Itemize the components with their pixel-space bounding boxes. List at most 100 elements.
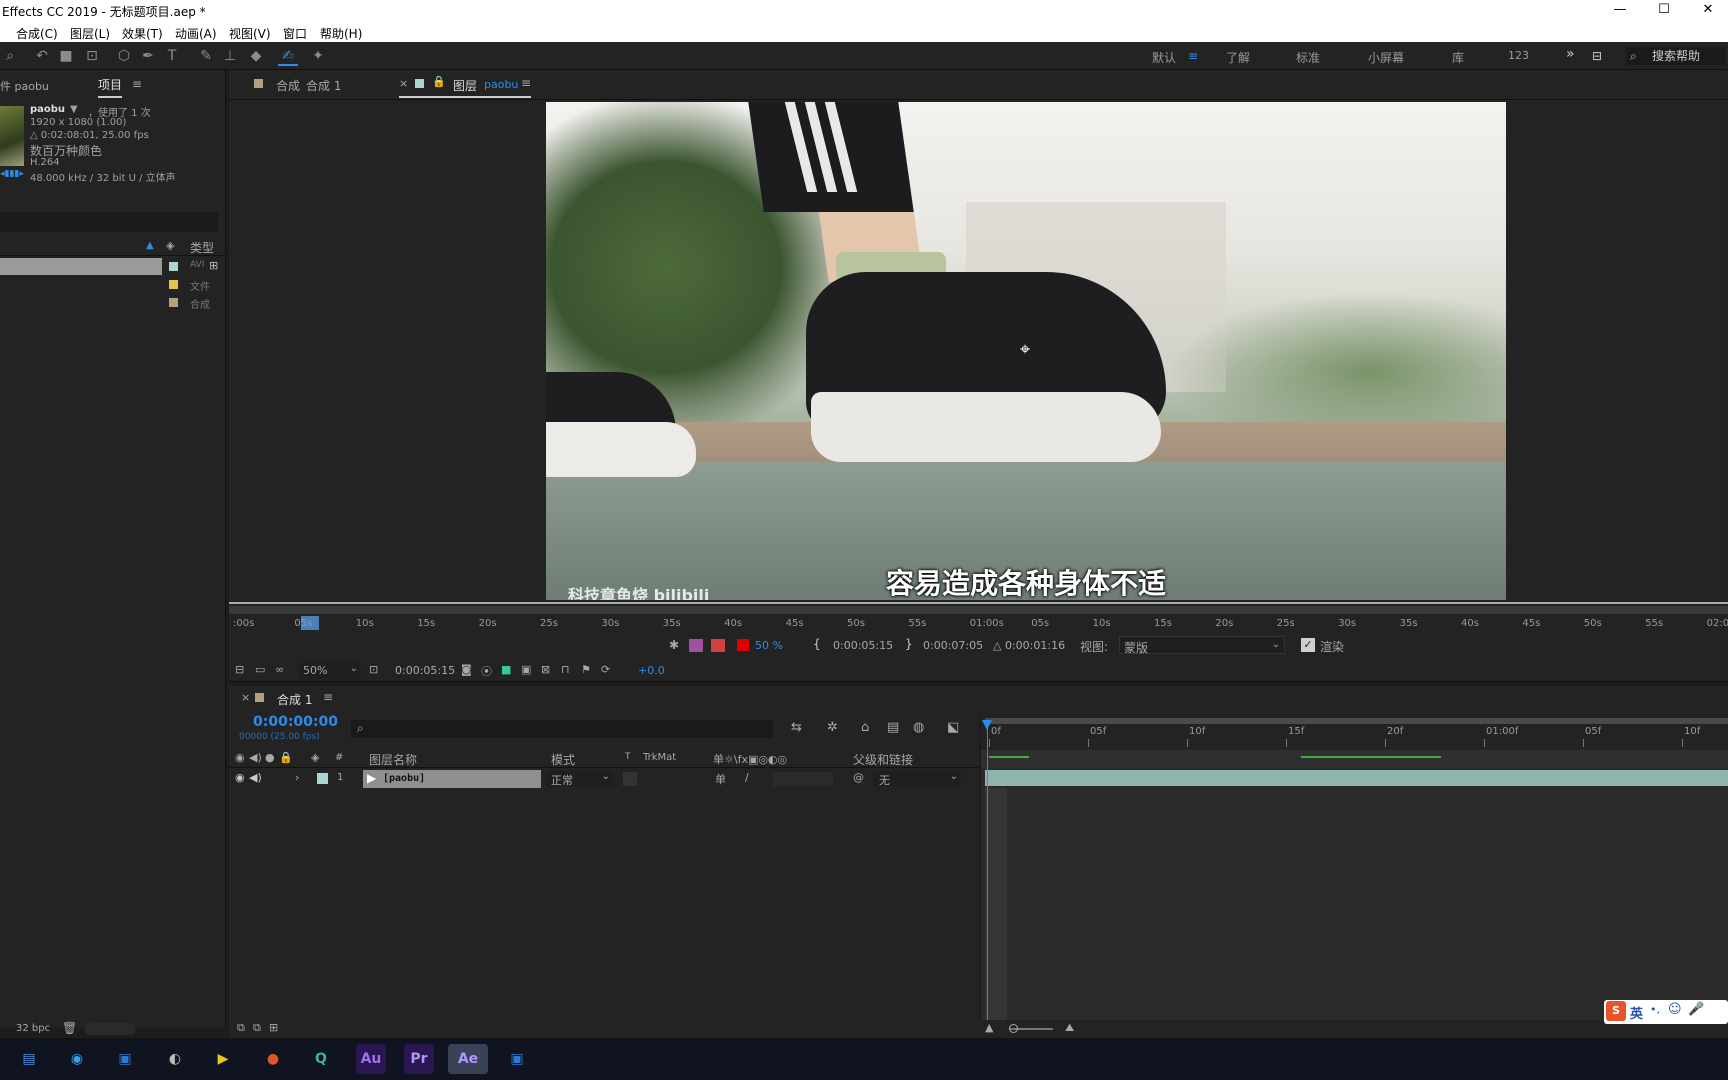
snapshot-icon[interactable]: ◙	[461, 663, 472, 676]
label-swatch[interactable]	[169, 280, 178, 289]
draft-3d-icon[interactable]: ✲	[827, 720, 838, 735]
file-explorer-icon[interactable]: ▤	[14, 1044, 44, 1074]
magnification-select[interactable]: 50% ⌄	[299, 662, 361, 679]
zoom-out-icon[interactable]: ▲	[985, 1021, 993, 1034]
thumbnail-slider[interactable]	[84, 1023, 136, 1035]
parent-select[interactable]: 无 ⌄	[873, 771, 961, 787]
sort-ascending-icon[interactable]: ▲	[146, 240, 154, 251]
layer-time-ruler[interactable]: :00s 05s 10s 15s 20s 25s 30s 35s 40s 45s 50s 55s 01:…	[229, 602, 1728, 632]
viewer-menu-icon[interactable]: ≡	[521, 76, 531, 90]
grid-icon[interactable]: ⊓	[561, 663, 570, 676]
after-effects-icon[interactable]: Ae	[448, 1044, 488, 1074]
lock-icon[interactable]: 🔒	[432, 75, 446, 88]
zoom-slider-knob[interactable]	[1009, 1024, 1018, 1033]
render-checkbox[interactable]: ✓	[1301, 638, 1315, 652]
ime-language[interactable]: 英	[1630, 1003, 1643, 1022]
background-icon[interactable]	[711, 639, 725, 652]
label-swatch[interactable]	[169, 298, 178, 307]
layer-viewer[interactable]: ⌖ 科技章鱼烧 bilibili 容易造成各种身体不适	[229, 100, 1728, 602]
layer-label-swatch[interactable]	[317, 773, 328, 784]
exposure-value[interactable]: +0.0	[638, 664, 665, 677]
motion-blur-icon[interactable]: ◍	[913, 720, 924, 735]
lock-icon[interactable]: 🔒	[279, 751, 293, 764]
window2-icon[interactable]: ▣	[502, 1044, 532, 1074]
close-tab-icon[interactable]: ×	[241, 691, 250, 704]
emoji-icon[interactable]: ☺	[1668, 1002, 1682, 1017]
footage-dropdown-icon[interactable]: ▼	[70, 104, 78, 115]
label-tag-icon[interactable]: ◈	[311, 751, 319, 764]
close-button[interactable]: ✕	[1688, 0, 1728, 22]
microphone-icon[interactable]: 🎤	[1688, 1002, 1704, 1017]
timeline-timecode[interactable]: 0:00:00:00	[253, 714, 338, 730]
qq-icon[interactable]: ◉	[62, 1044, 92, 1074]
zoom-tool-icon[interactable]: ⌕	[0, 46, 20, 66]
roto-icon[interactable]: ✱	[669, 638, 679, 652]
anchor-point-icon[interactable]: ⌖	[1020, 339, 1030, 360]
video-frame[interactable]: ⌖ 科技章鱼烧 bilibili 容易造成各种身体不适	[546, 102, 1506, 600]
puppet-pin-tool-icon[interactable]: ✦	[308, 46, 328, 66]
workspace-more-button[interactable]: »	[1566, 46, 1575, 62]
workspace-library[interactable]: 库	[1452, 49, 1464, 66]
layer-viewer-tab[interactable]: paobu	[484, 78, 518, 91]
shy-layers-icon[interactable]: ⌂	[861, 720, 869, 735]
menu-view[interactable]: 视图(V)	[229, 25, 271, 42]
timeline-menu-icon[interactable]: ≡	[323, 690, 333, 704]
in-point-icon[interactable]: {	[813, 637, 821, 651]
3d-glasses-icon[interactable]: ∞	[275, 663, 284, 676]
work-area-bar[interactable]	[985, 718, 1728, 724]
layer-viewer-tab-prefix[interactable]: 图层	[453, 77, 477, 94]
project-item-row[interactable]: AVI ⊞	[0, 258, 226, 276]
comp-viewer-tab-prefix[interactable]: 合成	[276, 77, 300, 94]
work-area-bar[interactable]	[229, 606, 1728, 614]
label-tag-icon[interactable]: ◈	[166, 239, 174, 252]
bit-depth-button[interactable]: 32 bpc	[16, 1023, 50, 1034]
exposure-icon[interactable]: ⟳	[601, 663, 610, 676]
channel-icon[interactable]: ■	[501, 663, 511, 676]
menu-window[interactable]: 窗口	[283, 25, 307, 42]
preserve-transparency-checkbox[interactable]	[623, 772, 637, 786]
workspace-learn[interactable]: 了解	[1226, 49, 1250, 66]
comp-viewer-tab[interactable]: 合成 1	[306, 77, 341, 94]
close-tab-icon[interactable]: ×	[399, 77, 408, 90]
eye-icon[interactable]: ◉	[235, 751, 245, 764]
effect-controls-tab[interactable]: 件 paobu	[0, 78, 49, 94]
timeline-search-input[interactable]: ⌕	[351, 720, 773, 738]
column-layer-name[interactable]: 图层名称	[369, 751, 417, 768]
in-point-time[interactable]: 0:00:05:15	[833, 639, 893, 652]
workspace-menu-icon[interactable]: ≡	[1188, 49, 1198, 63]
clone-stamp-tool-icon[interactable]: ⊥	[220, 46, 240, 66]
overlay-opacity[interactable]: 50 %	[755, 639, 783, 652]
sync-settings-icon[interactable]: ⊟	[1592, 49, 1602, 63]
quality-switch-icon[interactable]: /	[745, 771, 749, 784]
window-app-icon[interactable]: ▣	[110, 1044, 140, 1074]
toggle-modes-icon[interactable]: ⧉	[253, 1021, 261, 1035]
column-mode[interactable]: 模式	[551, 751, 575, 768]
reset-exposure-icon[interactable]: ⚑	[581, 663, 591, 676]
pick-whip-icon[interactable]: @	[853, 771, 864, 784]
text-tool-icon[interactable]: T	[162, 46, 182, 66]
ime-toolbar[interactable]: S 英 •, ☺ 🎤	[1604, 1000, 1728, 1024]
menu-help[interactable]: 帮助(H)	[320, 25, 362, 42]
project-item-row[interactable]: 合成	[0, 294, 226, 312]
layer-switches[interactable]	[773, 772, 833, 786]
zoom-in-icon[interactable]: ⛰	[1065, 1021, 1074, 1035]
column-trkmat[interactable]: TrkMat	[643, 752, 676, 763]
ime-punctuation[interactable]: •,	[1650, 1003, 1660, 1016]
workspace-123[interactable]: 123	[1508, 49, 1529, 62]
column-type-header[interactable]: 类型	[190, 239, 214, 256]
workspace-standard[interactable]: 标准	[1296, 49, 1320, 66]
roto-brush-tool-icon[interactable]: ✍	[278, 46, 298, 66]
maximize-button[interactable]: ☐	[1644, 0, 1684, 22]
brush-tool-icon[interactable]: ✎	[196, 46, 216, 66]
label-swatch[interactable]	[169, 262, 178, 271]
layer-row[interactable]: ◉ ◀) › 1 ▶ [paobu] 正常 ⌄ 单 / @ 无 ⌄	[229, 770, 979, 788]
panel-menu-icon[interactable]: ≡	[132, 77, 142, 91]
cd-app-icon[interactable]: ◐	[160, 1044, 190, 1074]
column-parent[interactable]: 父级和链接	[853, 751, 913, 768]
timeline-graph[interactable]: 0f 05f 10f 15f 20f 01:00f 05f 10f	[981, 712, 1728, 1020]
current-time-line[interactable]	[987, 726, 988, 1020]
frame-blending-icon[interactable]: ▤	[887, 720, 899, 735]
player-icon[interactable]: ▶	[208, 1044, 238, 1074]
pen-tool-icon[interactable]: ✒	[138, 46, 158, 66]
out-point-icon[interactable]: }	[905, 637, 913, 651]
